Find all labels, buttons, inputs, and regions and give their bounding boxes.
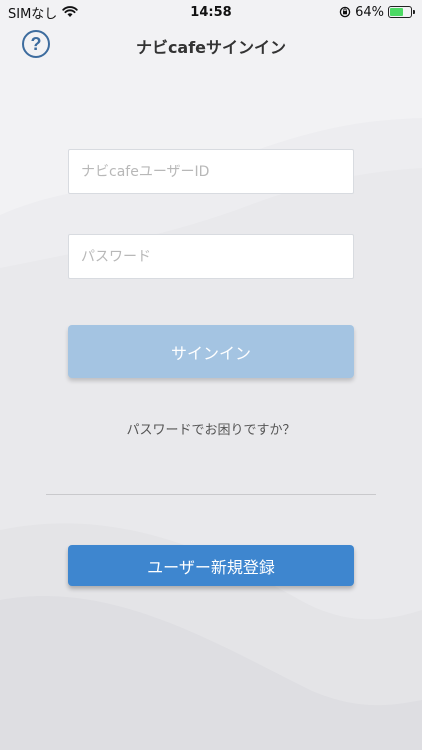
- user-id-input[interactable]: [68, 149, 354, 194]
- register-button[interactable]: ユーザー新規登録: [68, 545, 354, 586]
- forgot-password-link[interactable]: パスワードでお困りですか？: [0, 419, 422, 438]
- password-input[interactable]: [68, 234, 354, 279]
- battery-percent: 64%: [355, 4, 384, 20]
- divider: [46, 494, 376, 495]
- signin-button[interactable]: サインイン: [68, 325, 354, 378]
- battery-icon: [388, 6, 415, 18]
- carrier-label: SIMなし: [8, 6, 58, 22]
- page-title: ナビcafeサインイン: [135, 38, 287, 57]
- nav-bar: ? ナビcafeサインイン: [0, 24, 422, 64]
- battery-fill: [390, 8, 403, 16]
- wifi-icon: [62, 6, 79, 17]
- status-bar: SIMなし 14:58 64%: [0, 0, 422, 24]
- orientation-lock-icon: [339, 6, 351, 18]
